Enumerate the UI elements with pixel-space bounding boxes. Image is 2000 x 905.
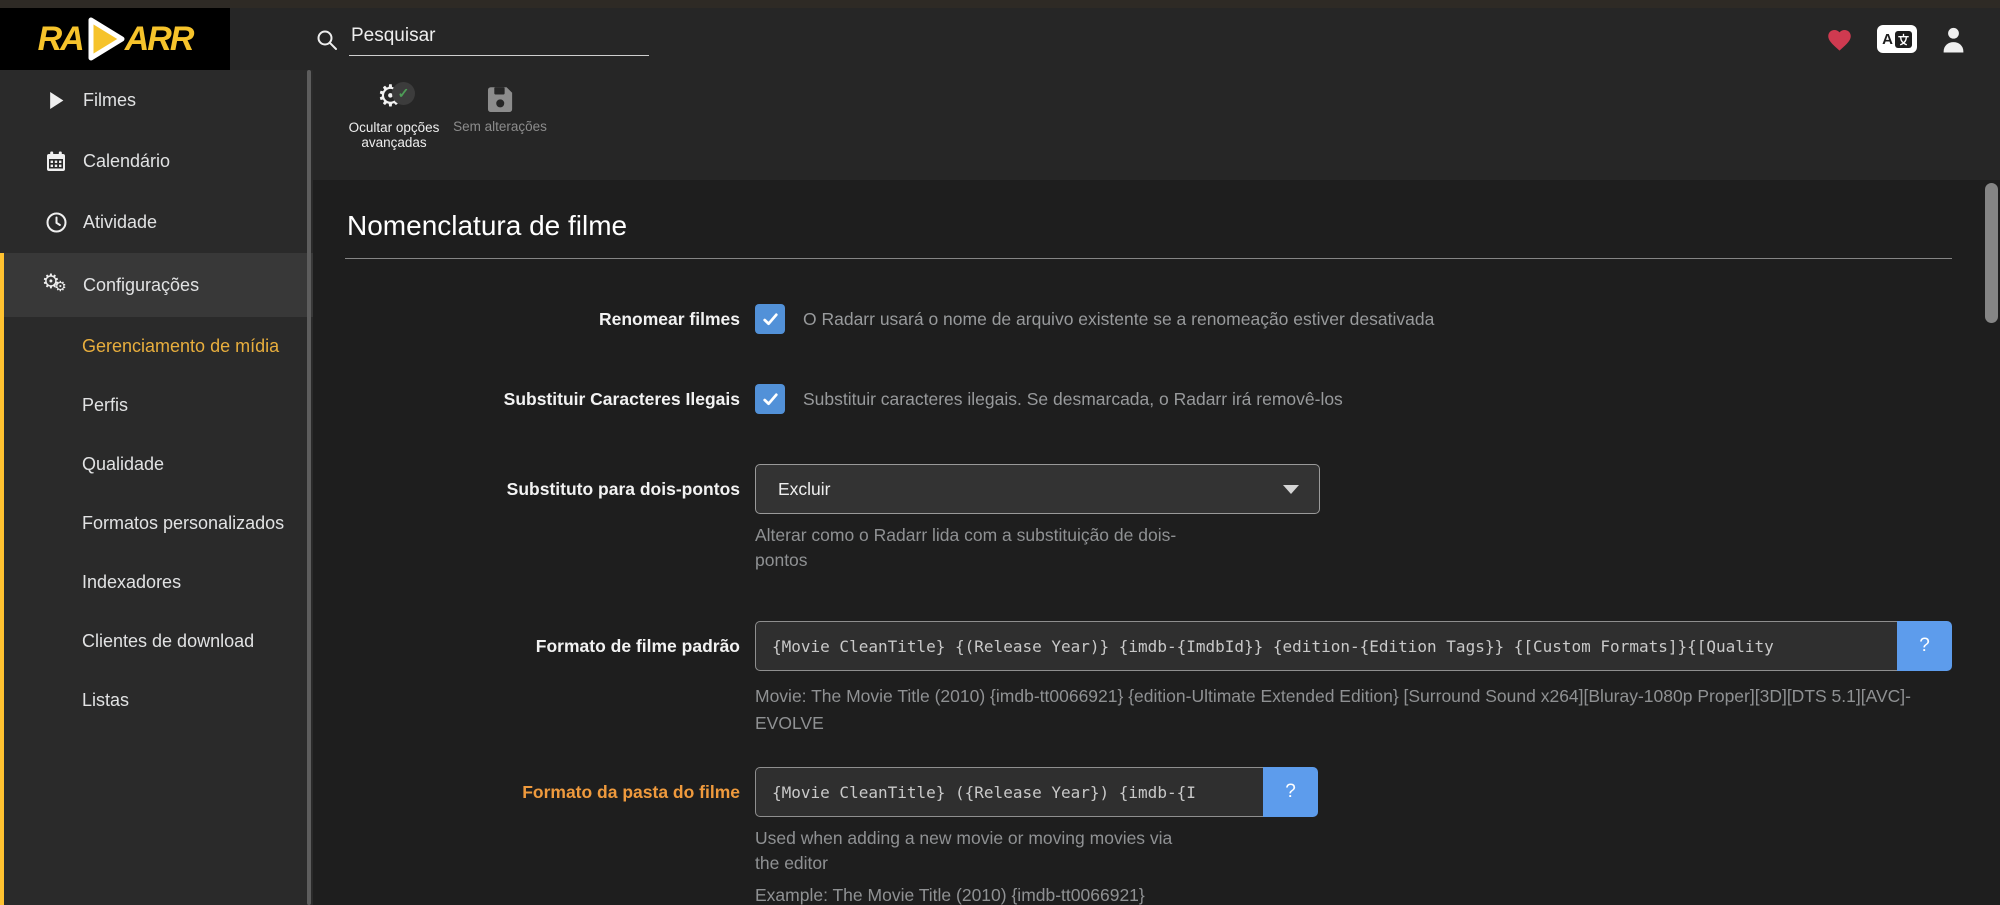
standard-movie-format-label: Formato de filme padrão [345, 621, 755, 671]
sidebar-subitem-qualidade[interactable]: Qualidade [4, 435, 313, 494]
top-bar: RA ARR A [0, 8, 2000, 70]
replace-illegal-help: Substituir caracteres ilegais. Se desmar… [803, 389, 1343, 410]
rename-movies-row: Renomear filmes O Radarr usará o nome de… [345, 304, 1952, 334]
window-top-strip [0, 0, 2000, 8]
sidebar-subitem-perfis[interactable]: Perfis [4, 376, 313, 435]
sidebar-subitem-gerenciamento-de-midia[interactable]: Gerenciamento de mídia [4, 317, 313, 376]
chevron-down-icon [1283, 485, 1299, 494]
replace-illegal-checkbox[interactable] [755, 384, 785, 414]
standard-movie-format-example: Movie: The Movie Title (2010) {imdb-tt00… [755, 683, 1952, 737]
standard-movie-format-row: Formato de filme padrão {Movie CleanTitl… [345, 621, 1952, 737]
replace-illegal-label: Substituir Caracteres Ilegais [345, 384, 755, 414]
sidebar-subitem-listas[interactable]: Listas [4, 671, 313, 730]
standard-movie-format-help-button[interactable]: ? [1897, 621, 1952, 671]
save-floppy-icon [485, 84, 516, 115]
sidebar-subitem-indexadores[interactable]: Indexadores [4, 553, 313, 612]
colon-replacement-select[interactable]: Excluir [755, 464, 1320, 514]
checkmark-icon [761, 390, 780, 409]
calendar-icon [45, 151, 67, 172]
content-scrollbar[interactable] [1985, 183, 1998, 323]
radarr-play-icon [81, 16, 127, 62]
play-icon [45, 91, 67, 110]
logo-text-right: ARR [125, 22, 193, 56]
sidebar-item-calendario[interactable]: Calendário [0, 131, 313, 192]
sidebar-item-filmes[interactable]: Filmes [0, 70, 313, 131]
replace-illegal-row: Substituir Caracteres Ilegais Substituir… [345, 384, 1952, 414]
colon-replacement-help: Alterar como o Radarr lida com a substit… [755, 523, 1185, 573]
sidebar-item-label: Calendário [83, 151, 170, 172]
sidebar-subitem-clientes-de-download[interactable]: Clientes de download [4, 612, 313, 671]
settings-group: ⚙⚙ Configurações Gerenciamento de mídia … [0, 253, 313, 905]
movie-folder-format-example: Example: The Movie Title (2010) {imdb-tt… [755, 882, 1952, 905]
main-content: ⚙ ✓ Ocultar opções avançadas Sem alteraç… [313, 70, 2000, 905]
colon-replacement-label: Substituto para dois-pontos [345, 464, 755, 514]
clock-icon [45, 212, 67, 233]
page-title: Nomenclatura de filme [345, 206, 1952, 259]
movie-folder-format-label: Formato da pasta do filme [345, 767, 755, 817]
search-icon [315, 28, 339, 52]
no-changes-label: Sem alterações [453, 119, 547, 134]
translate-icon[interactable]: A [1877, 25, 1917, 53]
sidebar-item-label: Atividade [83, 212, 157, 233]
logo-text-left: RA [38, 22, 83, 56]
rename-movies-help: O Radarr usará o nome de arquivo existen… [803, 309, 1434, 330]
advanced-gear-check-icon: ⚙ ✓ [377, 84, 411, 116]
movie-folder-format-row: Formato da pasta do filme {Movie CleanTi… [345, 767, 1952, 905]
colon-replacement-value: Excluir [778, 479, 831, 500]
movie-folder-format-input[interactable]: {Movie CleanTitle} ({Release Year}) {imd… [755, 767, 1263, 817]
sidebar-item-configuracoes[interactable]: ⚙⚙ Configurações [4, 253, 313, 317]
settings-toolbar: ⚙ ✓ Ocultar opções avançadas Sem alteraç… [313, 70, 2000, 180]
standard-movie-format-input[interactable]: {Movie CleanTitle} {(Release Year)} {imd… [755, 621, 1897, 671]
user-icon[interactable] [1941, 26, 1966, 53]
hide-advanced-button[interactable]: ⚙ ✓ Ocultar opções avançadas [345, 84, 443, 180]
sidebar-scrollbar[interactable] [307, 70, 311, 905]
sidebar-subitem-formatos-personalizados[interactable]: Formatos personalizados [4, 494, 313, 553]
search-bar [315, 23, 649, 56]
hide-advanced-label: Ocultar opções avançadas [345, 120, 443, 150]
search-input[interactable] [349, 23, 649, 56]
radarr-logo[interactable]: RA ARR [0, 8, 230, 70]
movie-folder-format-help-button[interactable]: ? [1263, 767, 1318, 817]
rename-movies-label: Renomear filmes [345, 304, 755, 334]
gears-icon: ⚙⚙ [45, 273, 67, 297]
checkmark-icon [761, 310, 780, 329]
movie-folder-format-help: Used when adding a new movie or moving m… [755, 826, 1185, 876]
sidebar-item-atividade[interactable]: Atividade [0, 192, 313, 253]
sidebar-item-label: Filmes [83, 90, 136, 111]
rename-movies-checkbox[interactable] [755, 304, 785, 334]
sidebar: Filmes Calendário [0, 70, 313, 905]
sidebar-item-label: Configurações [83, 275, 199, 296]
save-changes-button[interactable]: Sem alterações [451, 84, 549, 180]
donate-heart-icon[interactable] [1826, 27, 1853, 52]
colon-replacement-row: Substituto para dois-pontos Excluir Alte… [345, 464, 1952, 573]
